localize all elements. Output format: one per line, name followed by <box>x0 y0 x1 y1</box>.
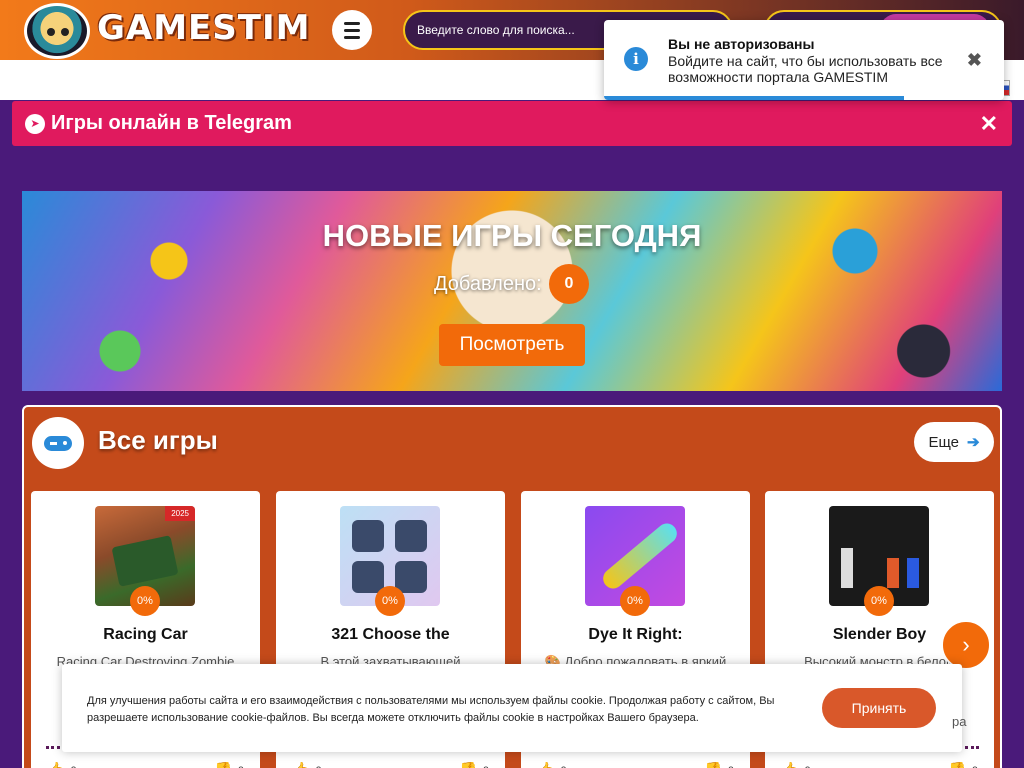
telegram-banner-text: Игры онлайн в Telegram <box>51 112 292 134</box>
game-title[interactable]: Dye It Right: <box>521 626 750 644</box>
telegram-banner[interactable]: ➤ Игры онлайн в Telegram ✕ <box>12 101 1012 146</box>
logo-dog-icon[interactable] <box>24 3 90 59</box>
like-button[interactable]: 👍0 <box>537 761 567 768</box>
cookie-banner: Для улучшения работы сайта и его взаимод… <box>62 664 962 752</box>
new-games-hero: НОВЫЕ ИГРЫ СЕГОДНЯ Добавлено: 0 Посмотре… <box>22 191 1002 391</box>
rating-badge: 0% <box>620 586 650 616</box>
notification-title: Вы не авторизованы <box>668 36 815 52</box>
year-badge: 2025 <box>165 506 195 521</box>
hero-added-count: 0 <box>549 264 589 304</box>
rating-badge: 0% <box>130 586 160 616</box>
partial-card-text: ра <box>952 714 967 729</box>
arrow-right-icon: ➔ <box>966 434 980 451</box>
rating-badge: 0% <box>375 586 405 616</box>
game-title[interactable]: Racing Car <box>31 626 260 644</box>
auth-notification: i Вы не авторизованы Войдите на сайт, чт… <box>604 20 1004 100</box>
section-title: Все игры <box>98 425 218 455</box>
like-button[interactable]: 👍0 <box>781 761 811 768</box>
like-button[interactable]: 👍0 <box>292 761 322 768</box>
dislike-button[interactable]: 👎0 <box>459 761 489 768</box>
close-icon[interactable]: ✖ <box>967 50 982 71</box>
more-button[interactable]: Еще ➔ <box>914 422 994 462</box>
brand-name[interactable]: GAMESTIM <box>97 8 310 48</box>
game-title[interactable]: 321 Choose the <box>276 626 505 644</box>
carousel-next-button[interactable]: › <box>941 620 991 670</box>
cookie-text: Для улучшения работы сайта и его взаимод… <box>87 695 775 724</box>
more-button-label: Еще <box>928 433 959 451</box>
dislike-button[interactable]: 👎0 <box>948 761 978 768</box>
like-button[interactable]: 👍0 <box>47 761 77 768</box>
hero-title: НОВЫЕ ИГРЫ СЕГОДНЯ <box>322 218 702 253</box>
info-icon: i <box>624 47 648 71</box>
dislike-button[interactable]: 👎0 <box>214 761 244 768</box>
notification-progress-bar <box>604 96 904 100</box>
menu-button[interactable] <box>332 10 372 50</box>
telegram-icon: ➤ <box>25 113 45 134</box>
hamburger-icon <box>344 20 360 41</box>
rating-badge: 0% <box>864 586 894 616</box>
view-new-games-button[interactable]: Посмотреть <box>439 324 585 366</box>
close-icon[interactable]: ✕ <box>980 111 998 137</box>
accept-cookies-button[interactable]: Принять <box>822 688 936 728</box>
hero-added-label: Добавлено: <box>434 273 542 295</box>
notification-body: Войдите на сайт, что бы использовать все… <box>668 53 943 85</box>
gamepad-icon <box>32 417 84 469</box>
dislike-button[interactable]: 👎0 <box>704 761 734 768</box>
